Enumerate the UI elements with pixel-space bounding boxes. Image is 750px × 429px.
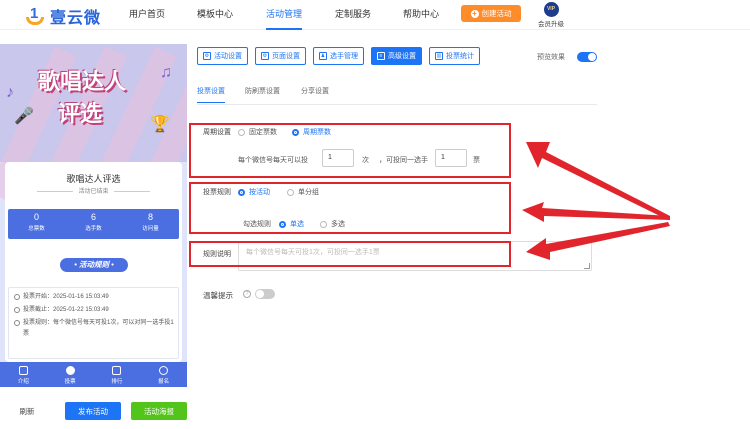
rule-line: 投票开始：2025-01-16 15:03:49 — [14, 292, 176, 303]
stat-label: 总票数 — [28, 226, 45, 232]
tool-contestant-management[interactable]: ♟ 选手管理 — [313, 47, 364, 65]
arrow-to-cycle-icon — [526, 142, 670, 220]
brand-logo[interactable]: 1 壹云微 — [24, 4, 101, 28]
activity-poster-button[interactable]: 活动海报 — [131, 402, 187, 420]
users-icon: ♟ — [319, 52, 327, 60]
highlight-box-cycle — [189, 123, 511, 178]
nav-activity-management[interactable]: 活动管理 — [266, 0, 303, 30]
nav-template-center[interactable]: 模板中心 — [197, 0, 233, 30]
microphone-icon: 🎤 — [14, 108, 34, 125]
nav-user-home[interactable]: 用户首页 — [129, 0, 165, 30]
tool-advanced-settings[interactable]: ≡ 高级设置 — [371, 47, 422, 65]
vote-icon — [65, 366, 75, 375]
music-note-icon: ♫ — [160, 64, 172, 81]
preview-card: 歌唱达人评选 活动已结束 0 总票数 6 选手数 8 访问量 • 活动规则 • … — [5, 162, 182, 362]
vip-upgrade-label: 会员升级 — [538, 21, 564, 28]
create-activity-label: 创建活动 — [481, 9, 512, 18]
stat-total-votes: 0 总票数 — [8, 209, 65, 239]
banner-title-line1: 歌唱达人 — [38, 70, 127, 95]
music-note-icon: ♪ — [6, 84, 14, 101]
preview-card-title: 歌唱达人评选 — [66, 174, 121, 184]
highlight-box-rule — [189, 182, 511, 234]
gear-icon: ⚙ — [203, 52, 211, 60]
bar-chart-icon: ▥ — [435, 52, 443, 60]
preview-stats: 0 总票数 6 选手数 8 访问量 — [8, 209, 179, 239]
arrow-to-description-icon — [526, 222, 670, 260]
rule-line: 投票截止：2025-01-22 15:03:49 — [14, 305, 176, 316]
phone-preview: ♪ ♫ 🎤 🏆 歌唱达人 评选 歌唱达人评选 活动已结束 0 总票数 6 选手数… — [0, 44, 187, 387]
phone-bottom-nav: 介绍 投票 排行 报名 — [0, 362, 187, 387]
stat-value: 8 — [147, 212, 153, 222]
banner-title-line2: 评选 — [58, 102, 103, 127]
highlight-box-description — [189, 241, 511, 267]
tab-share-settings[interactable]: 分享设置 — [301, 86, 329, 96]
plus-icon: + — [470, 8, 479, 18]
sliders-icon: ≡ — [377, 52, 385, 60]
publish-activity-button[interactable]: 发布活动 — [65, 402, 121, 420]
rule-line: 投票规则：每个微信号每天可投1次，可以对同一选手投1票 — [14, 318, 176, 340]
warm-tip-label: 温馨提示 — [203, 291, 233, 300]
stat-label: 访问量 — [142, 226, 159, 232]
tool-activity-settings[interactable]: ⚙ 活动设置 — [197, 47, 248, 65]
nav-help-center[interactable]: 帮助中心 — [403, 0, 439, 30]
vip-badge-icon: VIP — [543, 2, 559, 17]
vip-upgrade[interactable]: VIP 会员升级 — [536, 2, 566, 28]
phone-nav-signup[interactable]: 报名 — [140, 362, 187, 387]
stat-value: 0 — [33, 212, 39, 222]
preview-effect-label: 预览效果 — [537, 54, 565, 61]
rules-box: 投票开始：2025-01-16 15:03:49 投票截止：2025-01-22… — [8, 287, 179, 359]
user-icon — [159, 366, 169, 375]
document-icon — [18, 366, 28, 375]
stat-value: 6 — [90, 212, 96, 222]
tab-anti-fraud-settings[interactable]: 防刷票设置 — [245, 86, 280, 96]
logo-mark-icon: 1 — [24, 5, 46, 27]
tabs-divider — [197, 104, 597, 105]
tool-vote-statistics[interactable]: ▥ 投票统计 — [429, 47, 480, 65]
preview-card-status: 活动已结束 — [5, 186, 182, 195]
top-navbar: 1 壹云微 用户首页 模板中心 活动管理 定制服务 帮助中心 + 创建活动 VI… — [0, 0, 750, 30]
stat-visits: 8 访问量 — [122, 209, 179, 239]
preview-banner: ♪ ♫ 🎤 🏆 歌唱达人 评选 — [0, 44, 187, 202]
stat-contestants: 6 选手数 — [65, 209, 122, 239]
preview-effect-toggle[interactable] — [577, 52, 597, 62]
clock-icon — [14, 294, 20, 300]
phone-nav-intro[interactable]: 介绍 — [0, 362, 47, 387]
create-activity-button[interactable]: + 创建活动 — [461, 5, 521, 22]
ranking-icon — [112, 366, 122, 375]
tab-vote-settings[interactable]: 投票设置 — [197, 86, 225, 103]
brand-name: 壹云微 — [50, 8, 102, 27]
nav-custom-service[interactable]: 定制服务 — [335, 0, 371, 30]
help-icon[interactable]: ? — [243, 290, 251, 298]
phone-nav-vote[interactable]: 投票 — [47, 362, 94, 387]
tool-page-settings[interactable]: ⚙ 页面设置 — [255, 47, 306, 65]
warm-tip-toggle[interactable] — [255, 289, 275, 299]
refresh-button[interactable]: 刷新 — [2, 402, 52, 420]
trophy-icon: 🏆 — [150, 116, 170, 133]
gear-icon: ⚙ — [261, 52, 269, 60]
clock-icon — [14, 320, 20, 326]
phone-nav-ranking[interactable]: 排行 — [94, 362, 141, 387]
rules-pill-button[interactable]: • 活动规则 • — [60, 258, 128, 272]
stat-label: 选手数 — [85, 226, 102, 232]
annotation-arrows — [522, 142, 670, 260]
clock-icon — [14, 307, 20, 313]
